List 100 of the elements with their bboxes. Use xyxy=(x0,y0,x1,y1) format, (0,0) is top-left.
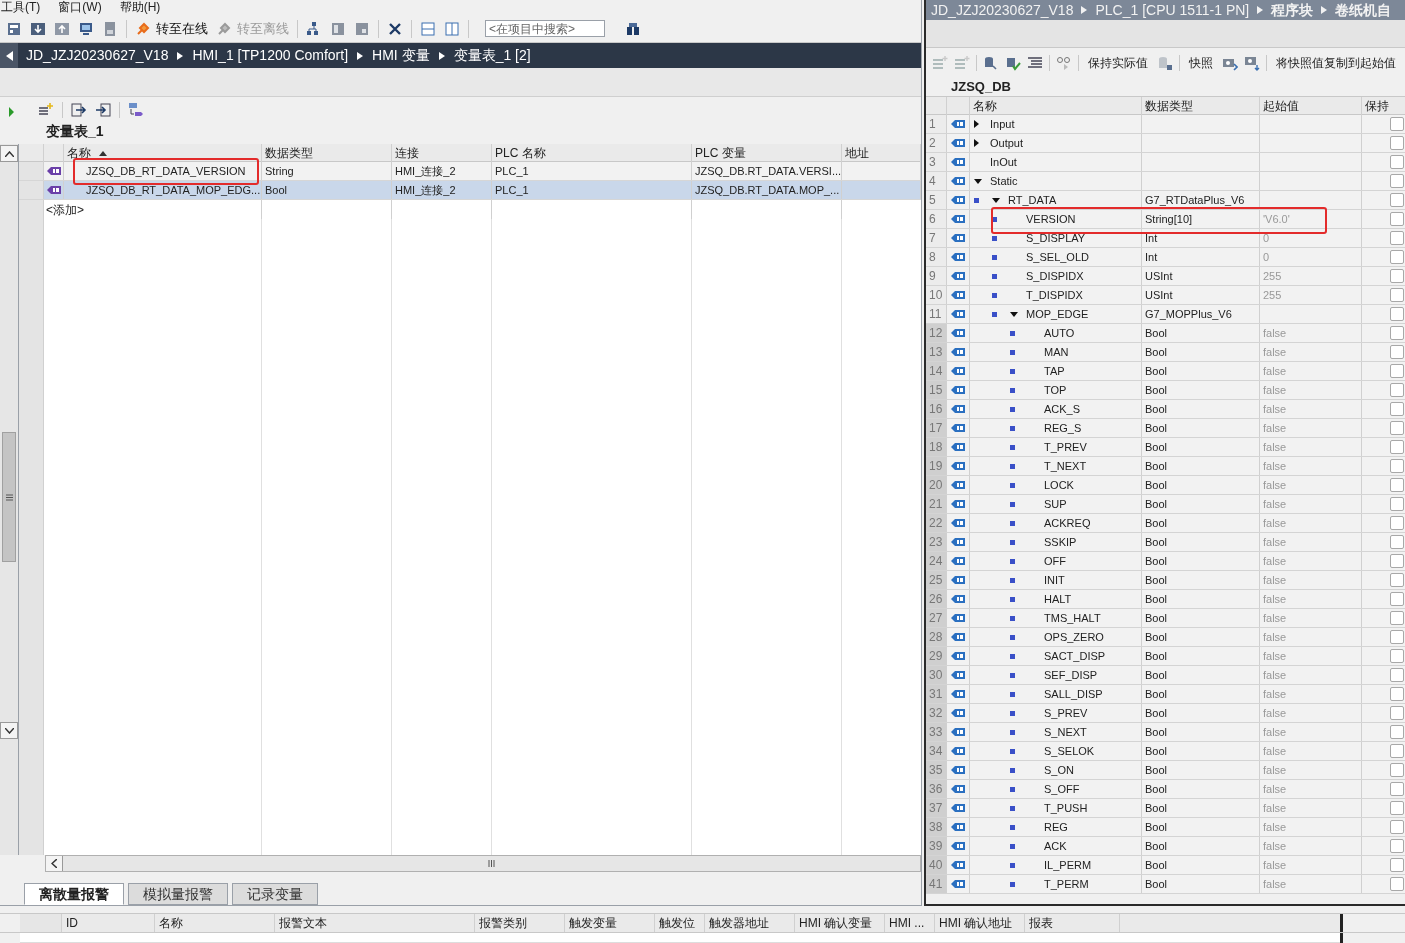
checkbox[interactable] xyxy=(1390,535,1404,549)
table-row[interactable]: 28 OPS_ZERO Bool false xyxy=(926,628,1405,647)
table-row[interactable]: 15 TOP Bool false xyxy=(926,381,1405,400)
add-row-icon[interactable] xyxy=(38,101,54,118)
menu-item[interactable]: 工具(T) xyxy=(1,0,41,15)
checkbox[interactable] xyxy=(1390,440,1404,454)
table-row[interactable]: 16 ACK_S Bool false xyxy=(926,400,1405,419)
checkbox[interactable] xyxy=(1390,478,1404,492)
checkbox[interactable] xyxy=(1390,763,1404,777)
scroll-down-button[interactable] xyxy=(0,722,18,739)
table-row[interactable]: 31 SALL_DISP Bool false xyxy=(926,685,1405,704)
import-icon[interactable] xyxy=(95,101,111,118)
column-header[interactable]: 名称 xyxy=(973,97,997,115)
checkbox[interactable] xyxy=(1390,573,1404,587)
checkbox[interactable] xyxy=(1390,592,1404,606)
column-header[interactable]: 名称 xyxy=(159,914,183,932)
monitor-icon[interactable] xyxy=(78,20,94,37)
page-icon[interactable] xyxy=(102,20,118,37)
checkbox[interactable] xyxy=(1390,668,1404,682)
checkbox[interactable] xyxy=(1390,326,1404,340)
collapsed-arrow-icon[interactable] xyxy=(974,120,979,128)
table-row[interactable]: 24 OFF Bool false xyxy=(926,552,1405,571)
table-row[interactable]: 19 T_NEXT Bool false xyxy=(926,457,1405,476)
checkbox[interactable] xyxy=(1390,649,1404,663)
checkbox[interactable] xyxy=(1390,193,1404,207)
database-lock-icon[interactable] xyxy=(1157,55,1173,71)
toolbar-button[interactable]: 保持实际值 xyxy=(1088,54,1148,72)
toolbar-action-button[interactable]: 转至在线 xyxy=(135,18,208,39)
table-row[interactable]: 1 Input xyxy=(926,115,1405,134)
page-icon[interactable] xyxy=(330,20,346,37)
table-row[interactable]: 12 AUTO Bool false xyxy=(926,324,1405,343)
breadcrumb-item[interactable]: 变量表_1 [2] xyxy=(453,45,531,66)
column-header[interactable]: 保持 xyxy=(1365,97,1389,115)
table-row[interactable]: 32 S_PREV Bool false xyxy=(926,704,1405,723)
camera-icon[interactable] xyxy=(1244,55,1260,71)
list-icon[interactable] xyxy=(1027,55,1043,71)
checkbox[interactable] xyxy=(1390,307,1404,321)
download-icon[interactable] xyxy=(30,20,46,37)
checkbox[interactable] xyxy=(1390,250,1404,264)
row-header[interactable] xyxy=(19,200,44,219)
vertical-split-icon[interactable] xyxy=(444,20,460,37)
column-header[interactable]: 地址 xyxy=(845,144,869,162)
toolbar-button[interactable]: 快照 xyxy=(1189,54,1213,72)
checkbox[interactable] xyxy=(1390,630,1404,644)
column-header[interactable]: 数据类型 xyxy=(1145,97,1193,115)
checkbox[interactable] xyxy=(1390,744,1404,758)
table-row[interactable]: 34 S_SELOK Bool false xyxy=(926,742,1405,761)
column-header[interactable]: 连接 xyxy=(395,144,419,162)
checkbox[interactable] xyxy=(1390,839,1404,853)
checkbox[interactable] xyxy=(1390,269,1404,283)
checkbox[interactable] xyxy=(1390,212,1404,226)
checkbox[interactable] xyxy=(1390,136,1404,150)
table-row[interactable]: 13 MAN Bool false xyxy=(926,343,1405,362)
checkbox[interactable] xyxy=(1390,402,1404,416)
table-row[interactable]: 25 INIT Bool false xyxy=(926,571,1405,590)
menu-item[interactable]: 帮助(H) xyxy=(119,0,161,15)
tab[interactable]: 模拟量报警 xyxy=(128,883,228,905)
checkbox[interactable] xyxy=(1390,421,1404,435)
glasses-icon[interactable] xyxy=(1056,55,1072,71)
scroll-thumb[interactable] xyxy=(2,432,16,562)
expanded-arrow-icon[interactable] xyxy=(1010,311,1018,317)
checkbox[interactable] xyxy=(1390,364,1404,378)
table-row[interactable]: 27 TMS_HALT Bool false xyxy=(926,609,1405,628)
table-row[interactable]: 23 SSKIP Bool false xyxy=(926,533,1405,552)
column-header[interactable]: 名称 xyxy=(67,144,91,162)
database-icon[interactable] xyxy=(983,55,999,71)
table-row[interactable]: 17 REG_S Bool false xyxy=(926,419,1405,438)
breadcrumb-item[interactable]: HMI 变量 xyxy=(372,45,430,66)
checkbox[interactable] xyxy=(1390,497,1404,511)
search-field[interactable]: <在项目中搜索> xyxy=(485,20,605,37)
back-button[interactable] xyxy=(0,43,18,68)
table-row[interactable]: 20 LOCK Bool false xyxy=(926,476,1405,495)
table-row[interactable]: 7 S_DISPLAY Int 0 xyxy=(926,229,1405,248)
table-row[interactable]: 21 SUP Bool false xyxy=(926,495,1405,514)
scrollbar[interactable] xyxy=(0,144,19,855)
table-row[interactable]: JZSQ_DB_RT_DATA_MOP_EDG... Bool HMI_连接_2 PLC_1 JZSQ_DB.RT_DATA.MOP_... xyxy=(19,181,921,200)
checkbox[interactable] xyxy=(1390,155,1404,169)
table-row[interactable]: 2 Output xyxy=(926,134,1405,153)
tab[interactable]: 记录变量 xyxy=(232,883,318,905)
horizontal-split-icon[interactable] xyxy=(420,20,436,37)
table-row[interactable]: 22 ACKREQ Bool false xyxy=(926,514,1405,533)
table-row[interactable]: 8 S_SEL_OLD Int 0 xyxy=(926,248,1405,267)
breadcrumb-item[interactable]: HMI_1 [TP1200 Comfort] xyxy=(192,45,349,66)
upload-icon[interactable] xyxy=(54,20,70,37)
export-icon[interactable] xyxy=(71,101,87,118)
device-icon[interactable] xyxy=(6,20,22,37)
table-row[interactable]: 37 T_PUSH Bool false xyxy=(926,799,1405,818)
checkbox[interactable] xyxy=(1390,345,1404,359)
checkbox[interactable] xyxy=(1390,554,1404,568)
menu-item[interactable]: 窗口(W) xyxy=(58,0,102,15)
table-row[interactable]: 18 T_PREV Bool false xyxy=(926,438,1405,457)
tab[interactable]: 离散量报警 xyxy=(24,883,124,905)
checkbox[interactable] xyxy=(1390,288,1404,302)
table-row[interactable]: 30 SEF_DISP Bool false xyxy=(926,666,1405,685)
database-check-icon[interactable] xyxy=(1005,55,1021,71)
checkbox[interactable] xyxy=(1390,877,1404,891)
checkbox[interactable] xyxy=(1390,858,1404,872)
page-icon[interactable] xyxy=(354,20,370,37)
table-row[interactable]: 33 S_NEXT Bool false xyxy=(926,723,1405,742)
search-icon[interactable] xyxy=(625,20,641,37)
